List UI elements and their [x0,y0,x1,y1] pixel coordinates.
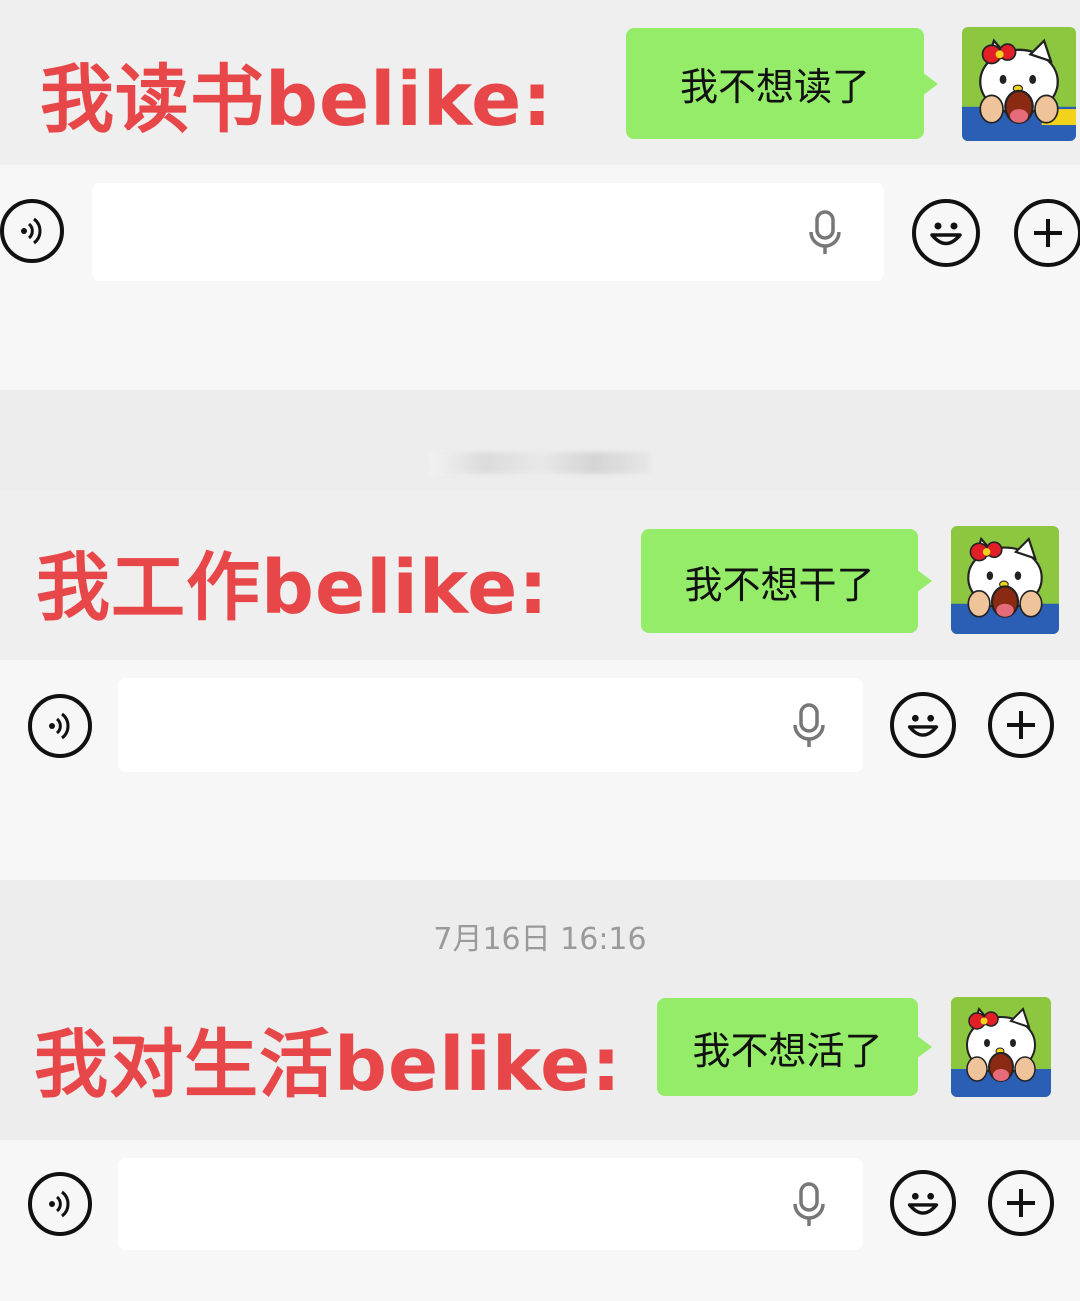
blurred-divider [430,452,650,474]
panel-caption: 我工作belike: [36,545,549,631]
microphone-icon[interactable] [806,210,844,256]
chat-panel-2: 我工作belike: 我不想干了 [0,490,1080,880]
emoji-icon[interactable] [912,199,980,267]
plus-icon[interactable] [1014,199,1080,267]
voice-icon[interactable] [28,1172,92,1236]
emoji-icon[interactable] [890,692,956,758]
message-input[interactable] [92,183,884,281]
message-input[interactable] [118,678,863,772]
voice-icon[interactable] [0,199,64,263]
input-bar [0,165,1080,390]
message-bubble[interactable]: 我不想读了 [626,28,938,139]
hello-kitty-avatar[interactable] [962,27,1076,141]
voice-icon[interactable] [28,694,92,758]
chat-timestamp: 7月16日 16:16 [433,922,647,957]
hello-kitty-avatar[interactable] [951,526,1059,634]
plus-icon[interactable] [988,1170,1054,1236]
chat-panel-1: 我读书belike: 我不想读了 [0,0,1080,390]
plus-icon[interactable] [988,692,1054,758]
message-bubble[interactable]: 我不想干了 [641,529,932,633]
hello-kitty-avatar[interactable] [951,997,1051,1097]
panel-caption: 我对生活belike: [34,1022,622,1108]
microphone-icon[interactable] [790,703,828,749]
microphone-icon[interactable] [790,1182,828,1228]
emoji-icon[interactable] [890,1170,956,1236]
chat-panel-3: 我对生活belike: 我不想活了 [0,975,1080,1301]
message-input[interactable] [118,1158,863,1250]
panel-caption: 我读书belike: [40,57,553,143]
input-bar [0,660,1080,880]
message-bubble[interactable]: 我不想活了 [657,998,932,1096]
input-bar [0,1140,1080,1301]
